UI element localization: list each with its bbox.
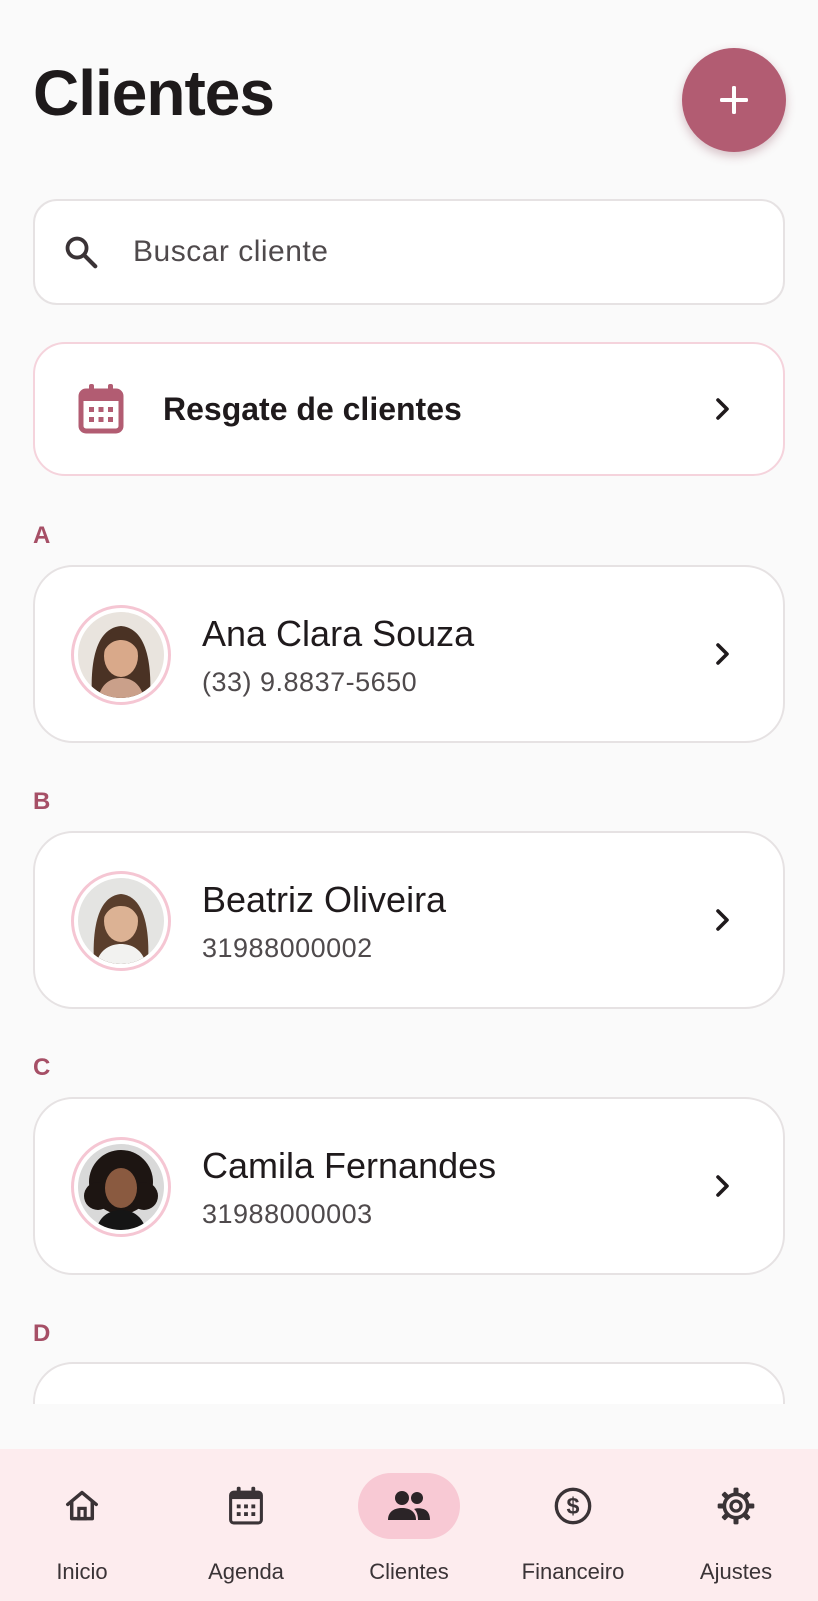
client-name: Ana Clara Souza [202, 613, 475, 654]
client-phone: (33) 9.8837-5650 [202, 667, 418, 697]
search-placeholder: Buscar cliente [133, 235, 329, 268]
plus-icon [720, 86, 748, 114]
nav-item-inicio[interactable]: Inicio [0, 1449, 164, 1601]
client-card-beatriz-oliveira[interactable]: Beatriz Oliveira 31988000002 [33, 831, 785, 1009]
nav-label-ajustes: Ajustes [699, 1559, 773, 1584]
calendar-icon [229, 1486, 263, 1525]
search-input[interactable]: Buscar cliente [33, 199, 785, 305]
nav-label-financeiro: Financeiro [521, 1559, 625, 1584]
chevron-right-icon [716, 909, 729, 931]
client-name: Camila Fernandes [202, 1145, 497, 1186]
nav-item-clientes[interactable]: Clientes [327, 1449, 491, 1601]
client-card-partial[interactable] [33, 1362, 785, 1404]
avatar [71, 871, 171, 971]
client-name: Beatriz Oliveira [202, 879, 447, 920]
avatar [71, 1137, 171, 1237]
client-phone: 31988000002 [202, 933, 373, 963]
chevron-right-icon [716, 398, 729, 420]
nav-item-agenda[interactable]: Agenda [164, 1449, 328, 1601]
rescue-clients-button[interactable]: Resgate de clientes [33, 342, 785, 476]
chevron-right-icon [716, 1175, 729, 1197]
section-letter-a: A [33, 522, 51, 549]
section-letter-c: C [33, 1054, 51, 1081]
people-icon [388, 1491, 430, 1520]
chevron-right-icon [716, 643, 729, 665]
client-card-ana-clara-souza[interactable]: Ana Clara Souza (33) 9.8837-5650 [33, 565, 785, 743]
rescue-clients-label: Resgate de clientes [163, 390, 462, 427]
client-card-camila-fernandes[interactable]: Camila Fernandes 31988000003 [33, 1097, 785, 1275]
dollar-icon: $ [554, 1487, 592, 1525]
bottom-navigation: Inicio Agenda Clientes $ Financeiro Ajus… [0, 1449, 818, 1601]
nav-item-financeiro[interactable]: $ Financeiro [491, 1449, 655, 1601]
nav-label-agenda: Agenda [208, 1559, 284, 1584]
avatar [71, 605, 171, 705]
nav-label-clientes: Clientes [369, 1559, 449, 1584]
home-icon [66, 1490, 98, 1521]
nav-item-ajustes[interactable]: Ajustes [654, 1449, 818, 1601]
page-title: Clientes [33, 57, 275, 129]
section-letter-d: D [33, 1320, 51, 1347]
section-letter-b: B [33, 788, 51, 815]
nav-label-inicio: Inicio [56, 1559, 108, 1584]
svg-text:$: $ [567, 1493, 580, 1519]
calendar-icon [78, 384, 124, 434]
gear-icon [717, 1487, 755, 1525]
add-client-button[interactable] [682, 48, 786, 152]
search-icon [61, 232, 101, 272]
client-phone: 31988000003 [202, 1199, 373, 1229]
